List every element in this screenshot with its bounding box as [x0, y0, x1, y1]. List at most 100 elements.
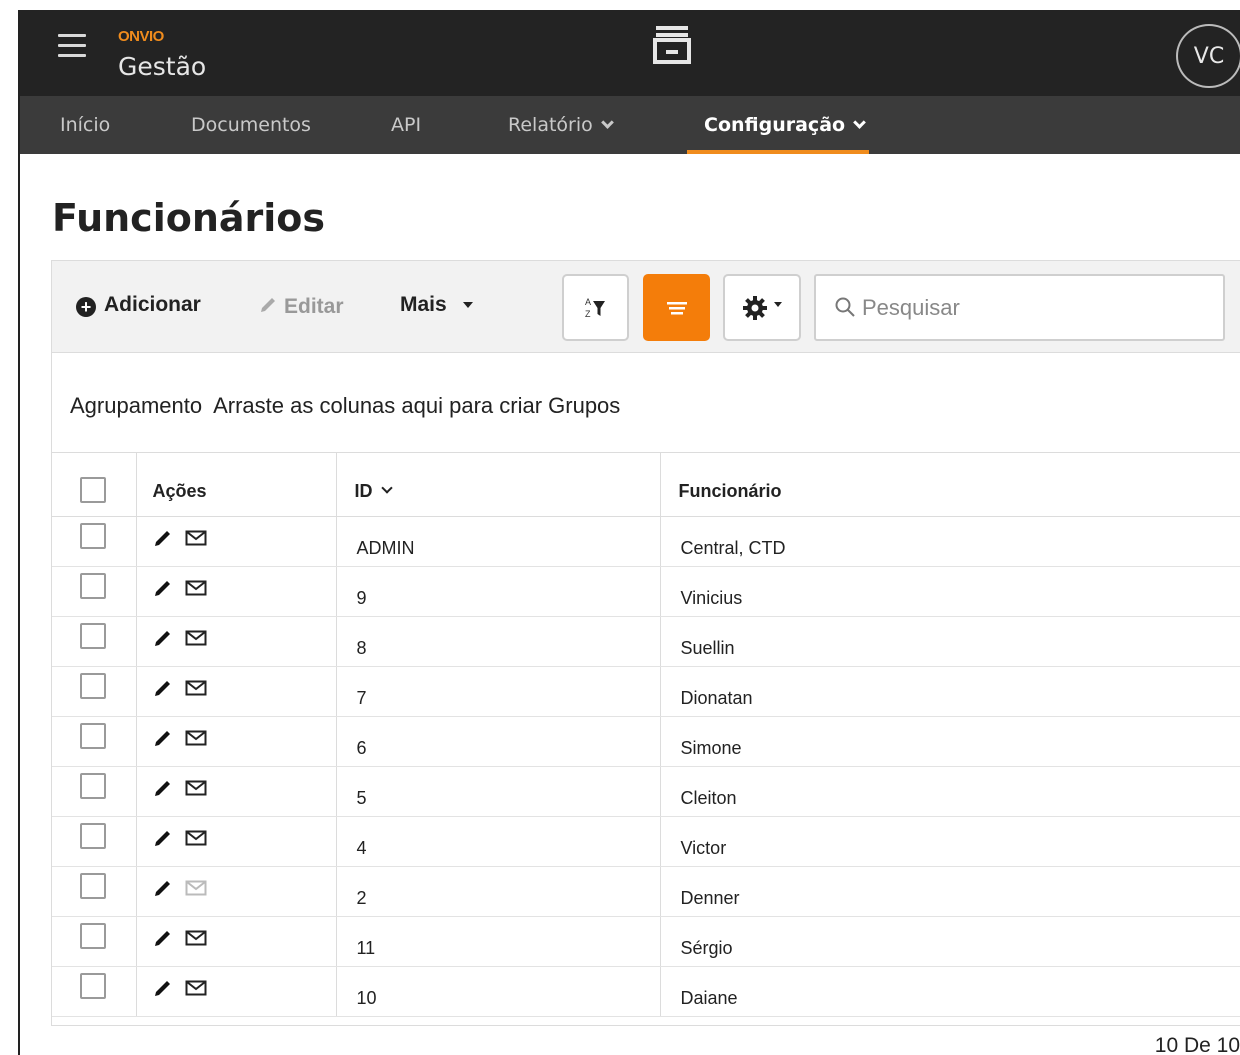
envelope-icon[interactable]: [185, 680, 207, 696]
search-field[interactable]: [814, 274, 1225, 341]
row-select-cell: [52, 566, 137, 617]
pencil-icon[interactable]: [153, 978, 173, 998]
page-title: Funcionários: [52, 196, 326, 240]
row-checkbox[interactable]: [80, 873, 106, 899]
sort-filter-button[interactable]: A Z: [562, 274, 629, 341]
row-select-cell: [52, 666, 137, 717]
table-row[interactable]: 10 Daiane: [52, 966, 1240, 1017]
table-row[interactable]: 7 Dionatan: [52, 666, 1240, 717]
row-checkbox[interactable]: [80, 773, 106, 799]
row-id-cell: 9: [336, 566, 661, 617]
pencil-icon[interactable]: [153, 928, 173, 948]
row-id-cell: 7: [336, 666, 661, 717]
active-tab-indicator: [687, 150, 869, 154]
row-employee-cell: Vinicius: [660, 566, 1240, 617]
search-input[interactable]: [862, 288, 1202, 328]
app-frame: ONVIO Gestão VC Início Documentos API Re…: [18, 10, 1240, 1055]
nav-item-configuracao[interactable]: Configuração: [704, 114, 866, 136]
row-select-cell: [52, 716, 137, 767]
row-employee-cell: Central, CTD: [660, 516, 1240, 567]
more-dropdown[interactable]: Mais: [400, 293, 473, 317]
envelope-icon[interactable]: [185, 930, 207, 946]
row-employee-cell: Simone: [660, 716, 1240, 767]
row-checkbox[interactable]: [80, 673, 106, 699]
row-employee-cell: Suellin: [660, 616, 1240, 667]
nav-item-relatorio[interactable]: Relatório: [508, 114, 614, 136]
table-row[interactable]: ADMIN Central, CTD: [52, 516, 1240, 567]
row-employee-cell: Denner: [660, 866, 1240, 917]
row-employee-cell: Victor: [660, 816, 1240, 867]
svg-text:Z: Z: [585, 309, 591, 319]
grouping-drop-zone[interactable]: Agrupamento Arraste as colunas aqui para…: [52, 353, 1240, 453]
envelope-icon[interactable]: [185, 880, 207, 896]
row-checkbox[interactable]: [80, 573, 106, 599]
caret-down-icon: [774, 302, 782, 307]
employees-grid: + Adicionar Editar Mais A Z Pesquisar Ag…: [51, 260, 1240, 1026]
id-column-header[interactable]: ID: [336, 453, 661, 517]
settings-button[interactable]: [723, 274, 801, 341]
row-id-cell: 11: [336, 916, 661, 967]
envelope-icon[interactable]: [185, 830, 207, 846]
table-row[interactable]: 5 Cleiton: [52, 766, 1240, 817]
caret-down-icon: [462, 302, 473, 308]
grid-toolbar: + Adicionar Editar Mais A Z: [52, 261, 1240, 353]
pagination-info: 10 De 10: [1154, 1034, 1240, 1055]
envelope-icon[interactable]: [185, 530, 207, 546]
table-row[interactable]: 4 Victor: [52, 816, 1240, 867]
row-checkbox[interactable]: [80, 823, 106, 849]
table-row[interactable]: 8 Suellin: [52, 616, 1240, 667]
employee-column-header[interactable]: Funcionário: [660, 453, 1240, 517]
nav-item-label: Configuração: [704, 114, 846, 136]
table-row[interactable]: 6 Simone: [52, 716, 1240, 767]
envelope-icon[interactable]: [185, 580, 207, 596]
nav-item-api[interactable]: API: [391, 114, 421, 136]
list-view-button[interactable]: [643, 274, 710, 341]
add-button[interactable]: + Adicionar: [76, 293, 201, 317]
nav-item-label: Relatório: [508, 114, 593, 136]
row-actions-cell: [136, 966, 337, 1017]
row-checkbox[interactable]: [80, 623, 106, 649]
row-actions-cell: [136, 766, 337, 817]
pencil-icon[interactable]: [153, 728, 173, 748]
row-checkbox[interactable]: [80, 973, 106, 999]
pencil-icon[interactable]: [153, 628, 173, 648]
pencil-icon[interactable]: [153, 678, 173, 698]
pencil-icon[interactable]: [153, 578, 173, 598]
pencil-icon[interactable]: [153, 878, 173, 898]
table-row[interactable]: 2 Denner: [52, 866, 1240, 917]
add-label: Adicionar: [104, 293, 201, 316]
menu-icon[interactable]: [58, 34, 86, 58]
envelope-icon[interactable]: [185, 980, 207, 996]
user-avatar[interactable]: VC: [1176, 24, 1240, 88]
id-column-label: ID: [354, 480, 373, 501]
edit-button[interactable]: Editar: [258, 293, 344, 319]
row-checkbox[interactable]: [80, 723, 106, 749]
nav-item-inicio[interactable]: Início: [60, 114, 110, 136]
archive-icon[interactable]: [652, 24, 692, 66]
envelope-icon[interactable]: [185, 630, 207, 646]
pencil-icon[interactable]: [153, 778, 173, 798]
row-id-cell: ADMIN: [336, 516, 661, 567]
row-checkbox[interactable]: [80, 923, 106, 949]
row-actions-cell: [136, 816, 337, 867]
row-id-cell: 6: [336, 716, 661, 767]
row-actions-cell: [136, 566, 337, 617]
table-row[interactable]: 9 Vinicius: [52, 566, 1240, 617]
row-id-cell: 10: [336, 966, 661, 1017]
envelope-icon[interactable]: [185, 780, 207, 796]
brand-logo: ONVIO: [118, 28, 164, 45]
pencil-icon[interactable]: [153, 528, 173, 548]
envelope-icon[interactable]: [185, 730, 207, 746]
table-row[interactable]: 11 Sérgio: [52, 916, 1240, 967]
row-select-cell: [52, 616, 137, 667]
pencil-icon: [261, 298, 275, 312]
chevron-down-icon: [600, 116, 614, 129]
row-employee-cell: Sérgio: [660, 916, 1240, 967]
actions-column-header: Ações: [136, 453, 337, 517]
plus-circle-icon: +: [76, 297, 96, 317]
row-checkbox[interactable]: [80, 523, 106, 549]
select-all-checkbox[interactable]: [80, 477, 106, 504]
row-actions-cell: [136, 716, 337, 767]
nav-item-documentos[interactable]: Documentos: [191, 114, 311, 136]
pencil-icon[interactable]: [153, 828, 173, 848]
